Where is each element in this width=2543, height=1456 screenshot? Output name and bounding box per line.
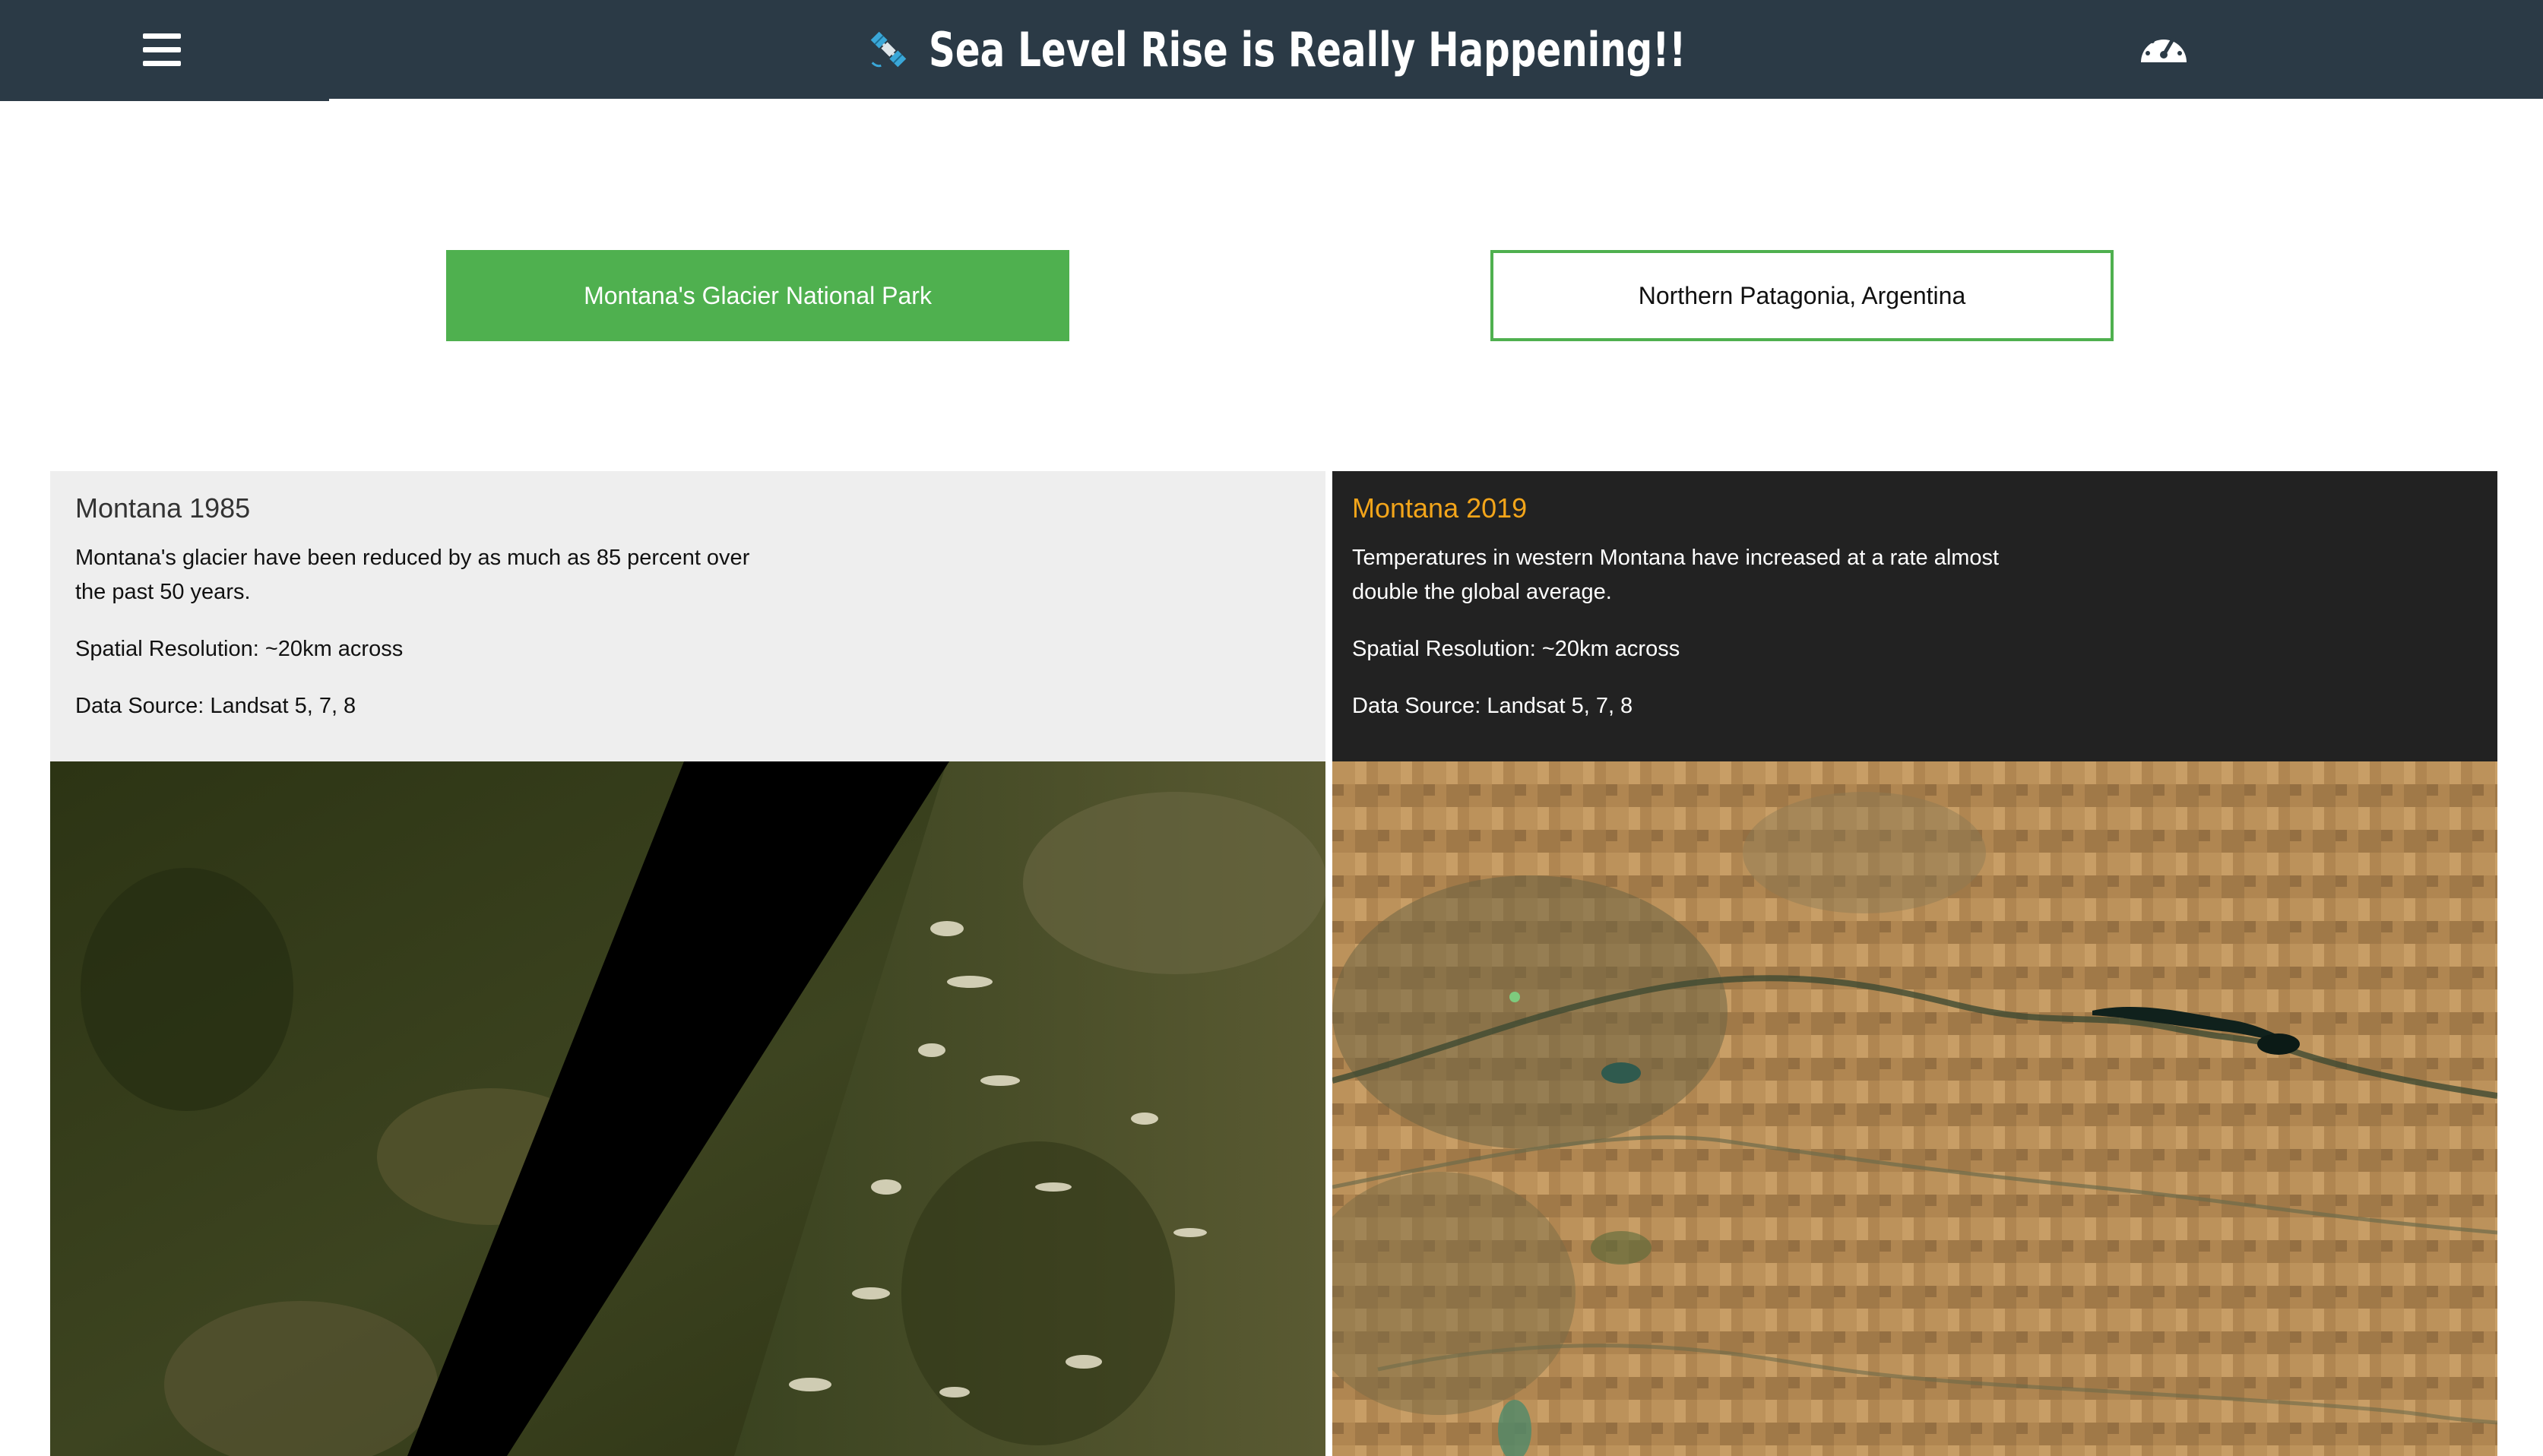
panel-info: Montana 2019 Temperatures in western Mon… [1352,492,2036,746]
satellite-icon [870,31,907,68]
panel-title: Montana 1985 [75,492,251,524]
satellite-image-2019 [1332,761,2497,1456]
panel-title: Montana 2019 [1352,492,1528,524]
top-navbar: Sea Level Rise is Really Happening!! [0,0,2543,99]
tab-montana[interactable]: Montana's Glacier National Park [446,250,1069,341]
nav-underline [0,99,329,101]
panel-description: Montana's glacier have been reduced by a… [75,546,750,604]
panel-source: Data Source: Landsat 5, 7, 8 [1352,694,1633,718]
panel-montana-1985: Montana 1985 Montana's glacier have been… [50,471,1325,1456]
panel-resolution: Spatial Resolution: ~20km across [75,637,404,661]
panel-resolution: Spatial Resolution: ~20km across [1352,637,1680,661]
tab-patagonia[interactable]: Northern Patagonia, Argentina [1490,250,2114,341]
site-title: Sea Level Rise is Really Happening!! [929,21,1686,78]
satellite-image-1985 [50,761,1325,1456]
panel-montana-2019: Montana 2019 Temperatures in western Mon… [1332,471,2497,1456]
panel-source: Data Source: Landsat 5, 7, 8 [75,694,356,718]
panel-info: Montana 1985 Montana's glacier have been… [75,492,759,746]
panel-description: Temperatures in western Montana have inc… [1352,546,2000,604]
dashboard-gauge-icon[interactable] [2137,24,2190,71]
brand: Sea Level Rise is Really Happening!! [0,0,2455,99]
